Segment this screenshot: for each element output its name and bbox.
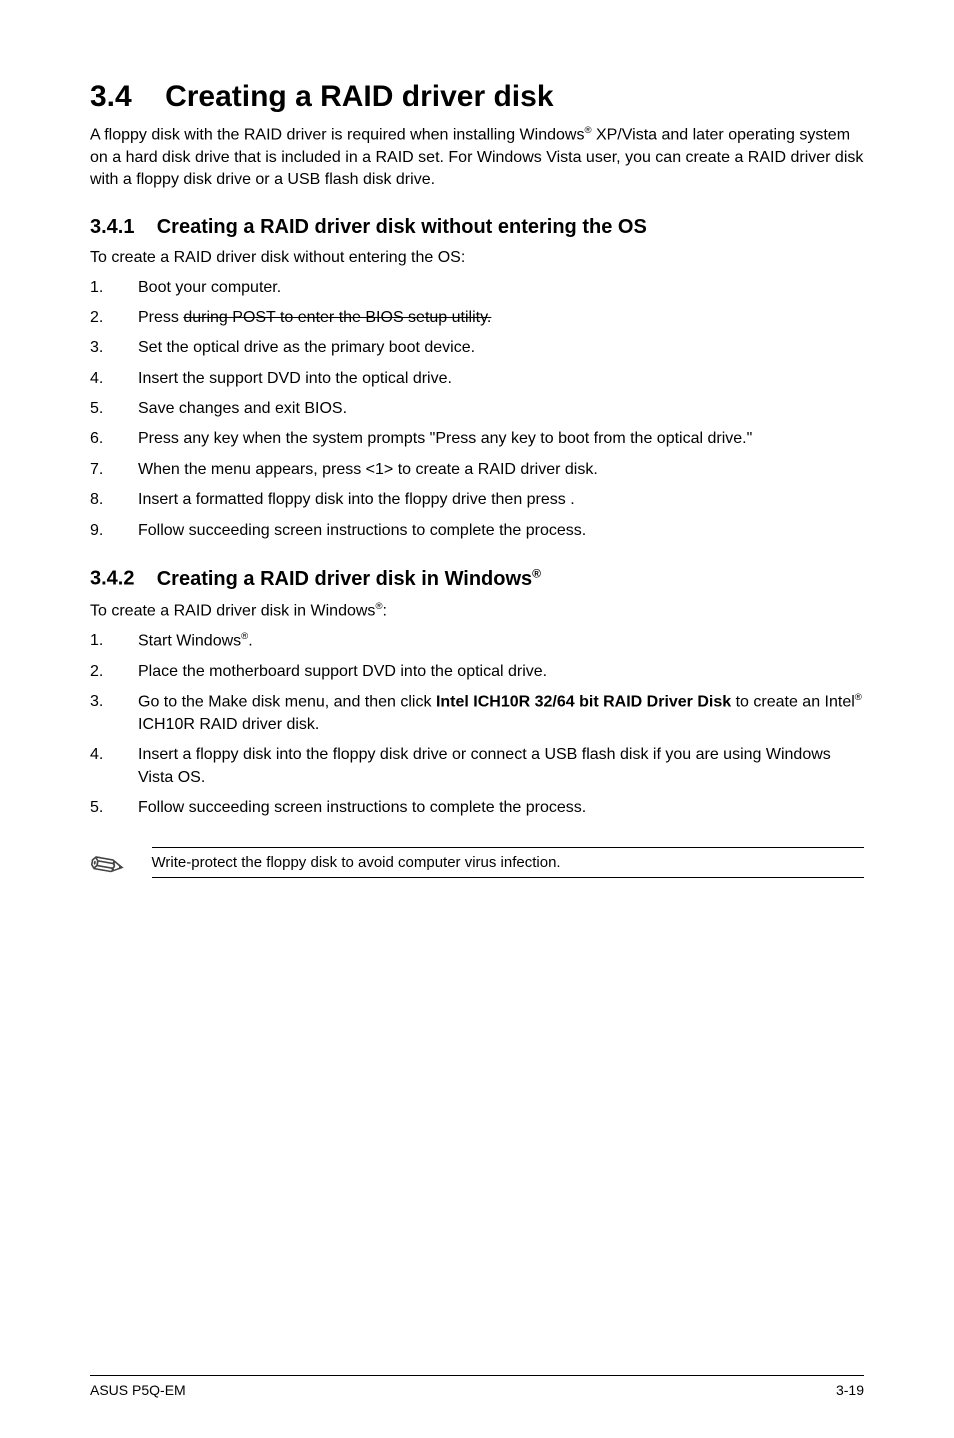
list-item: 3.Set the optical drive as the primary b… <box>90 337 864 359</box>
list-item-number: 1. <box>90 630 138 653</box>
list-item: 8.Insert a formatted floppy disk into th… <box>90 489 864 511</box>
list-item: 9.Follow succeeding screen instructions … <box>90 520 864 542</box>
section-2-lead: To create a RAID driver disk in Windows®… <box>90 601 864 620</box>
list-item-number: 3. <box>90 337 138 359</box>
intro-paragraph: A floppy disk with the RAID driver is re… <box>90 124 864 192</box>
list-item: 3.Go to the Make disk menu, and then cli… <box>90 691 864 736</box>
section-1-title: Creating a RAID driver disk without ente… <box>157 216 647 238</box>
list-item-number: 3. <box>90 691 138 736</box>
list-item-number: 9. <box>90 520 138 542</box>
list-item-text: Place the motherboard support DVD into t… <box>138 661 864 683</box>
list-item-text: Go to the Make disk menu, and then click… <box>138 691 864 736</box>
list-item-number: 7. <box>90 459 138 481</box>
section-2-title: Creating a RAID driver disk in Windows® <box>157 568 541 590</box>
list-item: 4.Insert a floppy disk into the floppy d… <box>90 744 864 789</box>
list-item-text: Insert a floppy disk into the floppy dis… <box>138 744 864 789</box>
list-item-text: Save changes and exit BIOS. <box>138 398 864 420</box>
note-rule-top <box>152 847 864 848</box>
list-item-number: 5. <box>90 797 138 819</box>
list-item-number: 2. <box>90 661 138 683</box>
note-block: ✎ Write-protect the floppy disk to avoid… <box>90 843 864 887</box>
list-item: 1.Boot your computer. <box>90 277 864 299</box>
list-item-text: Follow succeeding screen instructions to… <box>138 797 864 819</box>
footer-right: 3-19 <box>836 1382 864 1398</box>
section-2-heading: 3.4.2 Creating a RAID driver disk in Win… <box>90 566 864 591</box>
list-item-text: Press any key when the system prompts "P… <box>138 428 864 450</box>
list-item-text: Follow succeeding screen instructions to… <box>138 520 864 542</box>
section-2-list: 1.Start Windows®.2.Place the motherboard… <box>90 630 864 819</box>
section-1-number: 3.4.1 <box>90 216 134 238</box>
pencil-icon: ✎ <box>80 838 133 893</box>
list-item-number: 1. <box>90 277 138 299</box>
page-heading: 3.4 Creating a RAID driver disk <box>90 80 864 114</box>
list-item-text: When the menu appears, press <1> to crea… <box>138 459 864 481</box>
list-item: 2.Press during POST to enter the BIOS se… <box>90 307 864 329</box>
list-item: 5.Save changes and exit BIOS. <box>90 398 864 420</box>
note-content: Write-protect the floppy disk to avoid c… <box>152 843 864 884</box>
list-item: 7.When the menu appears, press <1> to cr… <box>90 459 864 481</box>
list-item: 1.Start Windows®. <box>90 630 864 653</box>
section-1-heading: 3.4.1 Creating a RAID driver disk withou… <box>90 216 864 239</box>
list-item-text: Set the optical drive as the primary boo… <box>138 337 864 359</box>
list-item-text: Insert the support DVD into the optical … <box>138 368 864 390</box>
heading-title: Creating a RAID driver disk <box>165 80 553 113</box>
list-item-number: 6. <box>90 428 138 450</box>
list-item-text: Press during POST to enter the BIOS setu… <box>138 307 864 329</box>
section-2-number: 3.4.2 <box>90 568 134 590</box>
list-item-text: Start Windows®. <box>138 630 864 653</box>
list-item-text: Boot your computer. <box>138 277 864 299</box>
page-footer: ASUS P5Q-EM 3-19 <box>90 1375 864 1398</box>
list-item-number: 4. <box>90 744 138 789</box>
list-item-number: 2. <box>90 307 138 329</box>
list-item-number: 8. <box>90 489 138 511</box>
list-item-number: 5. <box>90 398 138 420</box>
list-item-text: Insert a formatted floppy disk into the … <box>138 489 864 511</box>
section-1-list: 1.Boot your computer.2.Press during POST… <box>90 277 864 543</box>
list-item: 4.Insert the support DVD into the optica… <box>90 368 864 390</box>
list-item: 5.Follow succeeding screen instructions … <box>90 797 864 819</box>
list-item: 2.Place the motherboard support DVD into… <box>90 661 864 683</box>
section-1-lead: To create a RAID driver disk without ent… <box>90 249 864 267</box>
list-item-number: 4. <box>90 368 138 390</box>
list-item: 6.Press any key when the system prompts … <box>90 428 864 450</box>
heading-number: 3.4 <box>90 80 132 113</box>
footer-left: ASUS P5Q-EM <box>90 1382 186 1398</box>
note-rule-bottom <box>152 877 864 878</box>
note-text: Write-protect the floppy disk to avoid c… <box>152 854 864 871</box>
